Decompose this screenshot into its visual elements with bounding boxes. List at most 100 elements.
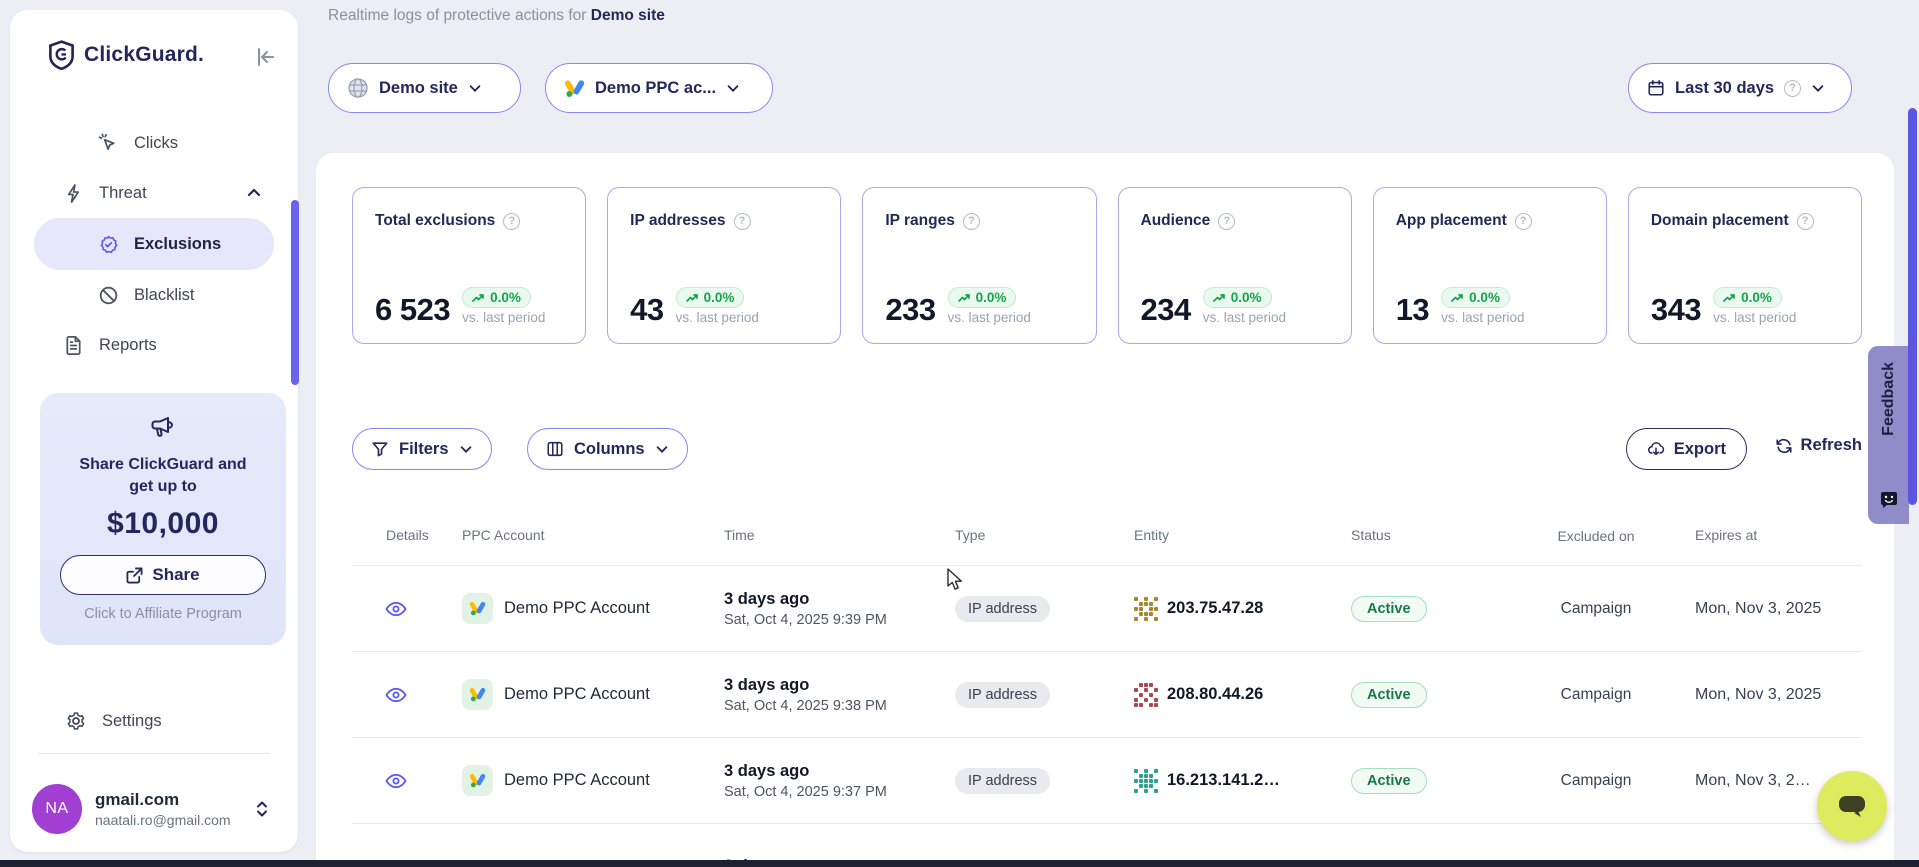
page-subtitle: Realtime logs of protective actions for … — [328, 7, 665, 25]
stats-row: Total exclusions? 6 523 0.0% vs. last pe… — [352, 187, 1862, 344]
columns-icon — [546, 440, 564, 458]
user-menu[interactable]: NA gmail.com naatali.ro@gmail.com — [32, 782, 276, 836]
feedback-tab[interactable]: Feedback — [1868, 346, 1909, 524]
col-header-status[interactable]: Status — [1335, 513, 1515, 565]
sidebar-item-blacklist[interactable]: Blacklist — [10, 270, 298, 320]
view-details-eye-icon[interactable] — [384, 769, 408, 793]
filters-button[interactable]: Filters — [352, 428, 492, 470]
promo-amount: $10,000 — [40, 507, 286, 541]
globe-icon — [347, 77, 369, 99]
trend-up-icon — [472, 293, 485, 303]
expires-at-cell: Mon, Nov 3, 2025 — [1677, 600, 1862, 618]
entity-cell: 203.75.47.28 — [1120, 597, 1335, 621]
sidebar-nav: Clicks Threat Exclusions — [10, 118, 298, 370]
type-badge: IP address — [955, 682, 1050, 708]
clickguard-shield-icon — [48, 40, 75, 70]
promo-text-line2: get up to — [40, 476, 286, 498]
stat-value: 13 — [1396, 294, 1429, 325]
refresh-button[interactable]: Refresh — [1775, 436, 1862, 455]
stat-value: 234 — [1141, 294, 1191, 325]
chevron-down-icon — [655, 442, 669, 456]
cursor-click-icon — [98, 133, 119, 154]
exclusions-table: Details PPC Account Time Type Entity Sta… — [352, 513, 1862, 867]
sidebar-item-exclusions[interactable]: Exclusions — [34, 218, 274, 270]
sidebar-item-threat[interactable]: Threat — [10, 168, 298, 218]
table-row: Demo PPC Account 3 days ago Sat, Oct 4, … — [352, 565, 1862, 651]
sidebar-item-label: Clicks — [134, 134, 178, 153]
stat-value: 343 — [1651, 294, 1701, 325]
badge-check-icon — [98, 234, 119, 255]
columns-label: Columns — [574, 440, 645, 459]
account-name: Demo PPC Account — [504, 771, 650, 790]
chevron-down-icon — [1811, 81, 1825, 95]
chevron-down-icon — [459, 442, 473, 456]
help-icon: ? — [734, 213, 751, 230]
lightning-icon — [63, 183, 84, 204]
sidebar-scrollbar[interactable] — [291, 200, 299, 385]
gear-icon — [65, 710, 87, 732]
stat-card-app-placement: App placement? 13 0.0% vs. last period — [1373, 187, 1607, 344]
export-button[interactable]: Export — [1626, 428, 1747, 470]
stat-label: Domain placement — [1651, 212, 1789, 230]
page-scrollbar-thumb[interactable] — [1908, 108, 1917, 505]
col-header-details[interactable]: Details — [352, 513, 462, 565]
delta-badge: 0.0% — [462, 287, 531, 308]
stat-sub: vs. last period — [1203, 310, 1286, 325]
view-details-eye-icon[interactable] — [384, 597, 408, 621]
feedback-label: Feedback — [1880, 362, 1898, 436]
brand-logo[interactable]: ClickGuard. — [48, 40, 204, 70]
stat-label: App placement — [1396, 212, 1507, 230]
sidebar-item-clicks[interactable]: Clicks — [10, 118, 298, 168]
sidebar-item-settings[interactable]: Settings — [10, 698, 298, 744]
col-header-entity[interactable]: Entity — [1120, 513, 1335, 565]
col-header-time[interactable]: Time — [702, 513, 947, 565]
chevron-down-icon — [468, 81, 482, 95]
trend-up-icon — [958, 293, 971, 303]
chat-launcher-button[interactable] — [1817, 771, 1887, 841]
help-icon: ? — [963, 213, 980, 230]
ban-icon — [98, 285, 119, 306]
speech-bubble-icon — [1836, 792, 1868, 820]
stat-sub: vs. last period — [1441, 310, 1524, 325]
subtitle-site-name: Demo site — [591, 7, 665, 24]
ppc-account-dropdown[interactable]: Demo PPC ac... — [545, 63, 773, 113]
col-header-ppc-account[interactable]: PPC Account — [462, 513, 702, 565]
help-icon: ? — [1784, 80, 1801, 97]
share-button[interactable]: Share — [60, 555, 266, 595]
sidebar-item-label: Settings — [102, 712, 162, 731]
time-cell: 3 days ago Sat, Oct 4, 2025 9:38 PM — [702, 676, 947, 714]
stat-card-total-exclusions: Total exclusions? 6 523 0.0% vs. last pe… — [352, 187, 586, 344]
view-details-eye-icon[interactable] — [384, 683, 408, 707]
time-absolute: Sat, Oct 4, 2025 9:38 PM — [724, 698, 887, 714]
stat-sub: vs. last period — [948, 310, 1031, 325]
date-range-dropdown[interactable]: Last 30 days ? — [1628, 63, 1852, 113]
promo-footer: Click to Affiliate Program — [40, 606, 286, 622]
entity-cell: 208.80.44.26 — [1120, 683, 1335, 707]
time-absolute: Sat, Oct 4, 2025 9:37 PM — [724, 784, 887, 800]
stat-label: IP addresses — [630, 212, 725, 230]
delta-badge: 0.0% — [1713, 287, 1782, 308]
cloud-download-icon — [1647, 440, 1665, 458]
google-ads-icon — [462, 765, 493, 796]
time-relative: 3 days ago — [724, 762, 809, 781]
affiliate-promo-card[interactable]: Share ClickGuard and get up to $10,000 S… — [40, 393, 286, 645]
entity-value: 16.213.141.2… — [1167, 771, 1280, 790]
col-header-expires-at[interactable]: Expires at — [1677, 513, 1862, 565]
brand-name: ClickGuard. — [84, 43, 204, 67]
delta-badge: 0.0% — [1441, 287, 1510, 308]
columns-button[interactable]: Columns — [527, 428, 688, 470]
main-panel: Total exclusions? 6 523 0.0% vs. last pe… — [316, 153, 1894, 867]
megaphone-icon — [148, 413, 178, 443]
sidebar-item-reports[interactable]: Reports — [10, 320, 298, 370]
site-dropdown[interactable]: Demo site — [328, 63, 521, 113]
stat-label: Audience — [1141, 212, 1211, 230]
table-toolbar: Filters Columns Export Refresh — [352, 428, 1862, 470]
excluded-on-cell: Campaign — [1515, 600, 1677, 618]
sidebar-item-label: Reports — [99, 336, 157, 355]
col-header-type[interactable]: Type — [947, 513, 1120, 565]
sidebar-collapse-icon[interactable] — [255, 46, 277, 68]
bottom-edge-band — [0, 860, 1919, 867]
stat-label: IP ranges — [885, 212, 955, 230]
promo-text-line1: Share ClickGuard and — [40, 454, 286, 476]
col-header-excluded-on[interactable]: Excluded on — [1536, 527, 1656, 545]
